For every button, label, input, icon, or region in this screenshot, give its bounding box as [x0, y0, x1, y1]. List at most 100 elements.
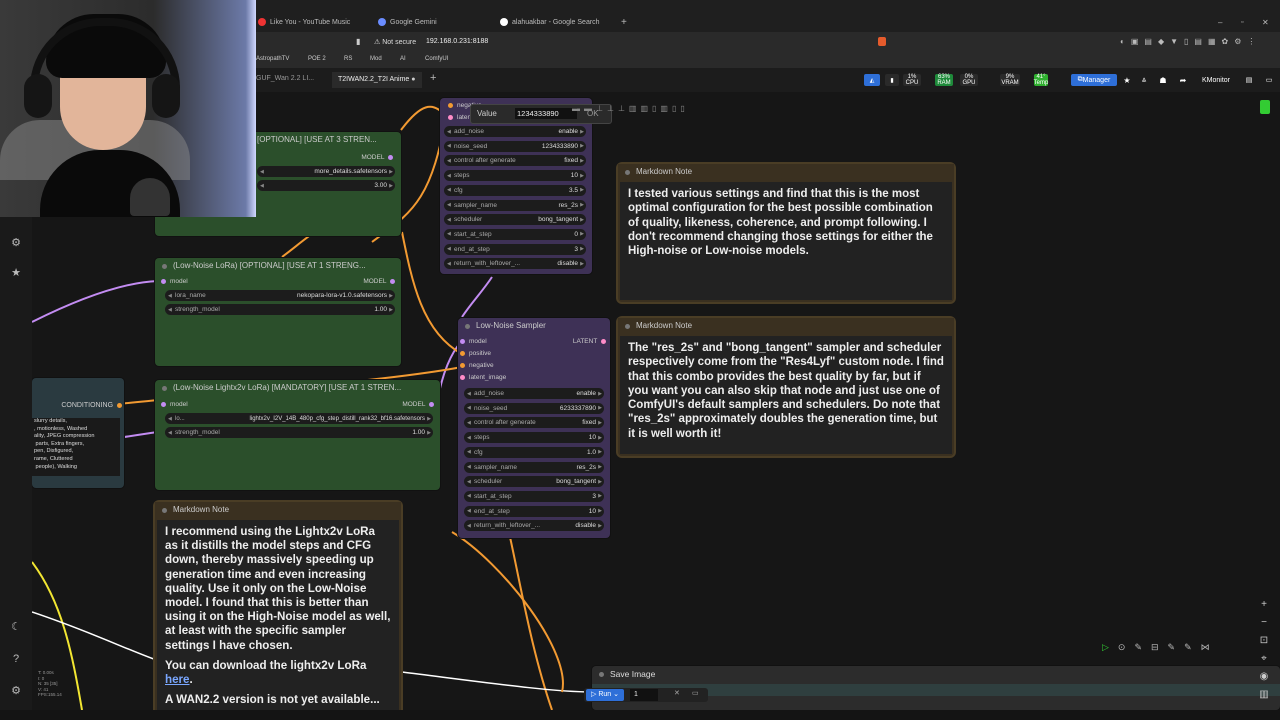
url-field[interactable]: 192.168.0.231:8188 — [426, 38, 488, 45]
low-noise-lora-node[interactable]: (Low-Noise LoRa) [OPTIONAL] [USE AT 1 ST… — [155, 258, 401, 366]
note-title[interactable]: Markdown Note — [618, 164, 954, 180]
widget-control-after-generate[interactable]: control after generate fixed — [444, 155, 586, 167]
extension-icons[interactable]: ◐▣▤◆▼▯▤▦✿⚙⋮ — [1120, 37, 1261, 46]
bookmark-icon[interactable]: ▮ — [356, 37, 360, 46]
node-title[interactable]: Save Image — [592, 666, 1280, 682]
widget-return-with-leftover[interactable]: return_with_leftover_... disable — [444, 258, 586, 270]
node-title[interactable]: (Low-Noise LoRa) [OPTIONAL] [USE AT 1 ST… — [155, 258, 401, 274]
widget-sampler-name[interactable]: sampler_name res_2s — [464, 461, 604, 473]
bookmark-comfyui[interactable]: ComfyUI — [425, 56, 448, 62]
value-input[interactable]: 1234333890 — [515, 108, 577, 119]
widget-noise-seed[interactable]: noise_seed 1234333890 — [444, 140, 586, 152]
output-socket[interactable] — [601, 338, 606, 344]
input-negative[interactable]: negative — [460, 362, 494, 369]
socket[interactable] — [460, 362, 465, 368]
widget-add-noise[interactable]: add_noise enable — [464, 388, 604, 399]
theme-moon-icon[interactable]: ☾ — [9, 620, 23, 634]
widget-sampler-name[interactable]: sampler_name res_2s — [444, 199, 586, 211]
model-output[interactable]: MODEL — [402, 401, 434, 408]
strength-model-widget[interactable]: strength_model1.00 — [165, 427, 433, 438]
bookmark-astropathtv[interactable]: AstropathTV — [256, 56, 289, 62]
widget-cfg[interactable]: cfg 3.5 — [444, 184, 586, 196]
workflow-tab-active[interactable]: T2IWAN2.2_T2I Anime ● — [332, 72, 422, 88]
negative-prompt-node[interactable]: CONDITIONING slurry details, , motionles… — [32, 378, 124, 488]
lora-name-widget[interactable]: lora_namenekopara-lora-v1.0.safetensors — [165, 290, 395, 301]
lightx2v-lora-node[interactable]: (Low-Noise Lightx2v LoRa) [MANDATORY] [U… — [155, 380, 440, 490]
conditioning-output[interactable]: CONDITIONING — [61, 402, 122, 409]
mask-icon[interactable]: ⩓ — [1138, 74, 1150, 86]
panel-toggle-icon[interactable]: ▤ — [1244, 74, 1254, 86]
brave-shield-icon[interactable] — [878, 37, 886, 46]
widget-start-at-step[interactable]: start_at_step 3 — [464, 490, 604, 502]
input-socket[interactable] — [161, 278, 166, 284]
widget-scheduler[interactable]: scheduler bong_tangent — [444, 214, 586, 226]
output-socket[interactable] — [388, 154, 393, 160]
node-library-icon[interactable]: ⚙ — [9, 236, 23, 250]
monitor-button[interactable]: K Monitor — [1198, 74, 1234, 86]
input-positive[interactable]: positive — [460, 350, 491, 357]
workflow-tab[interactable]: GUF_Wan 2.2 LI... — [256, 75, 314, 82]
browser-tab-google-search[interactable]: alahuakbar - Google Search — [500, 14, 600, 30]
close-window-icon[interactable]: ✕ — [1262, 14, 1269, 30]
browser-tab-gemini[interactable]: Google Gemini — [378, 14, 437, 30]
output-socket[interactable] — [117, 402, 122, 408]
security-indicator[interactable]: ⚠ Not secure — [374, 38, 416, 46]
strength-widget[interactable]: 3.00 — [257, 180, 395, 191]
queue-panel-icon[interactable]: ▭ — [692, 689, 699, 697]
settings-gear-icon[interactable]: ⚙ — [9, 684, 23, 698]
node-title[interactable]: (Low-Noise Lightx2v LoRa) [MANDATORY] [U… — [155, 380, 440, 396]
zoom-controls[interactable]: + − ⊡ ⌖ ◉ ▥ — [1258, 596, 1270, 704]
cancel-run-icon[interactable]: ✕ — [674, 689, 680, 697]
output-socket[interactable] — [390, 278, 395, 284]
socket[interactable] — [460, 374, 465, 380]
lora-name-widget[interactable]: more_details.safetensors — [257, 166, 395, 177]
new-tab-button[interactable]: + — [621, 14, 627, 30]
widget-cfg[interactable]: cfg 1.0 — [464, 446, 604, 458]
widget-end-at-step[interactable]: end_at_step 3 — [444, 243, 586, 255]
node-title[interactable]: Low-Noise Sampler — [458, 318, 610, 334]
prompt-text-area[interactable]: slurry details, , motionless, Washed ali… — [32, 418, 120, 476]
help-icon[interactable]: ? — [9, 652, 23, 666]
model-icon[interactable]: ☗ — [1157, 74, 1169, 86]
widget-scheduler[interactable]: scheduler bong_tangent — [464, 476, 604, 488]
widget-control-after-generate[interactable]: control after generate fixed — [464, 417, 604, 429]
input-model[interactable]: model — [460, 338, 487, 345]
model-input[interactable]: model — [161, 401, 188, 408]
bookmark-mod[interactable]: Mod — [370, 56, 382, 62]
model-input[interactable]: model — [161, 278, 188, 285]
bookmark-poe2[interactable]: POE 2 — [308, 56, 326, 62]
star-icon[interactable]: ★ — [1121, 74, 1133, 86]
bookmark-rs[interactable]: RS — [344, 56, 352, 62]
widget-add-noise[interactable]: add_noise enable — [444, 126, 586, 137]
note-title[interactable]: Markdown Note — [155, 502, 401, 518]
widget-end-at-step[interactable]: end_at_step 10 — [464, 505, 604, 517]
output-socket[interactable] — [429, 401, 434, 407]
widget-return-with-leftover[interactable]: return_with_leftover_... disable — [464, 520, 604, 532]
model-output[interactable]: MODEL — [363, 278, 395, 285]
node-toolbar-icons[interactable]: ▬▬⊥⊥⊥▥▥▯▥▯▯ — [572, 104, 689, 113]
socket[interactable] — [460, 350, 465, 356]
canvas-toolbar[interactable]: ▷⊙✎⊟✎✎⋈ — [1102, 642, 1219, 653]
high-noise-sampler-node[interactable]: negative latent add_noiseenablenoise_see… — [440, 98, 592, 274]
favorites-star-icon[interactable]: ★ — [9, 266, 23, 280]
strength-model-widget[interactable]: strength_model1.00 — [165, 304, 395, 315]
manager-button[interactable]: ⧉ Manager — [1071, 74, 1117, 86]
socket[interactable] — [448, 102, 453, 108]
socket[interactable] — [460, 338, 465, 344]
widget-noise-seed[interactable]: noise_seed 6233337890 — [464, 402, 604, 414]
markdown-note-3[interactable]: Markdown Note I recommend using the Ligh… — [155, 502, 401, 710]
lora-name-widget[interactable]: lo...lightx2v_I2V_14B_480p_cfg_step_dist… — [165, 413, 433, 424]
input-latent-image[interactable]: latent_image — [460, 374, 506, 381]
bookmark-ai[interactable]: AI — [400, 56, 406, 62]
download-indicator-icon[interactable] — [1260, 100, 1270, 114]
socket[interactable] — [448, 114, 453, 120]
add-workflow-button[interactable]: + — [430, 72, 436, 84]
queue-icon[interactable]: ◭ — [864, 74, 880, 86]
fullscreen-icon[interactable]: ▭ — [1264, 74, 1274, 86]
model-output[interactable]: MODEL — [361, 154, 393, 161]
low-noise-sampler-node[interactable]: Low-Noise Sampler LATENT model positive … — [458, 318, 610, 538]
maximize-icon[interactable]: ▫ — [1241, 14, 1243, 30]
run-button[interactable]: ▷ Run ⌄ — [586, 689, 624, 701]
latent-output[interactable]: LATENT — [573, 338, 606, 345]
minimize-icon[interactable]: – — [1218, 14, 1222, 30]
